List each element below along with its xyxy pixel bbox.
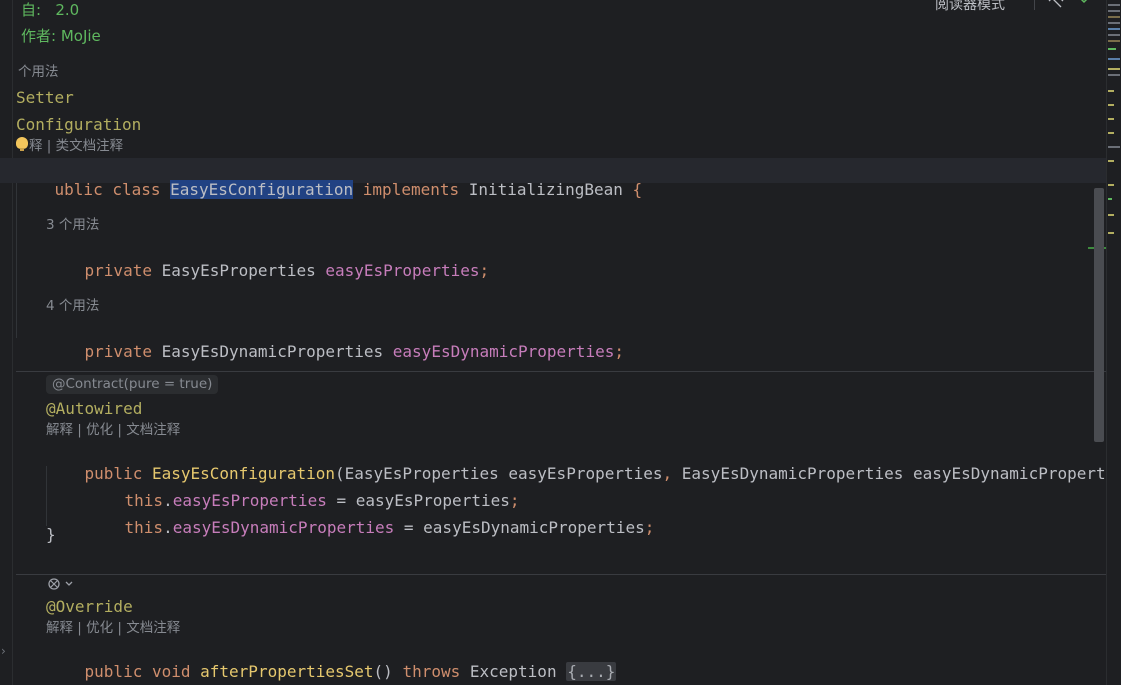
implements-keyword: implements [353, 180, 469, 199]
this-field-2[interactable]: easyEsDynamicProperties [173, 518, 395, 537]
stripe-mark [1108, 16, 1120, 18]
semicolon: ; [644, 518, 655, 537]
class-keyword: ublic class [54, 180, 171, 199]
vertical-scrollbar[interactable] [1094, 188, 1104, 442]
throws-keyword: throws [402, 662, 470, 681]
class-name-selected[interactable]: EasyEsConfiguration [170, 180, 354, 199]
semicolon: ; [479, 261, 490, 280]
void-keyword: void [151, 662, 201, 681]
stripe-mark [1108, 104, 1114, 106]
private-keyword: private [84, 261, 162, 280]
field2-name[interactable]: easyEsDynamicProperties [393, 342, 615, 361]
chevron-right-icon[interactable]: › [1, 644, 6, 658]
annotation-configuration: Configuration [16, 115, 142, 134]
folded-body[interactable]: {...} [566, 662, 617, 681]
method-separator [16, 574, 1106, 575]
contract-inlay-hint: @Contract(pure = true) [46, 375, 219, 394]
stripe-mark [1108, 198, 1112, 200]
constructor-params-b: EasyEsDynamicProperties easyEsDynamicPro… [681, 464, 1106, 483]
field2-declaration: private EasyEsDynamicProperties easyEsDy… [46, 322, 624, 382]
indent-guide [46, 466, 47, 526]
implementation-marker-icon[interactable] [46, 576, 76, 592]
method-name[interactable]: afterPropertiesSet [200, 662, 373, 681]
stripe-mark [1108, 160, 1114, 162]
class-usages-hint[interactable]: 个用法 [18, 63, 59, 81]
stripe-mark [1108, 10, 1120, 12]
annotation-override: @Override [46, 597, 133, 616]
doc-author-line: 作者: MoJie [21, 27, 101, 45]
interface-name[interactable]: InitializingBean [469, 180, 623, 199]
stripe-mark [1108, 28, 1120, 30]
assign-rest-2: = easyEsDynamicProperties [394, 518, 645, 537]
exception-type: Exception [469, 662, 567, 681]
field1-name[interactable]: easyEsProperties [325, 261, 479, 280]
annotation-autowired: @Autowired [46, 399, 143, 418]
semicolon: ; [614, 342, 624, 361]
stripe-mark [1108, 34, 1120, 36]
eye-slash-icon[interactable] [1048, 0, 1064, 8]
close-brace: } [46, 525, 56, 544]
dot: . [163, 518, 173, 537]
field1-declaration: private EasyEsProperties easyEsPropertie… [46, 241, 490, 301]
stripe-mark [1108, 48, 1116, 50]
gutter-border [12, 0, 13, 685]
check-icon[interactable] [1078, 0, 1092, 6]
doc-version-line: 自: 2.0 [21, 1, 80, 19]
field2-type: EasyEsDynamicProperties [161, 342, 393, 361]
method-parens: () [373, 662, 403, 681]
stripe-mark [1108, 214, 1114, 216]
stripe-mark [1108, 4, 1120, 6]
open-brace: { [622, 180, 643, 199]
field2-usages-hint[interactable]: 4 个用法 [46, 297, 99, 315]
field1-usages-hint[interactable]: 3 个用法 [46, 216, 99, 234]
assign-line-2: this.easyEsDynamicProperties = easyEsDyn… [86, 498, 655, 558]
method-actions-hint[interactable]: 解释 | 优化 | 文档注释 [46, 619, 180, 637]
reader-mode-button[interactable]: 阅读器模式 [935, 0, 1005, 14]
stripe-mark [1108, 68, 1120, 70]
stripe-mark [1108, 232, 1114, 234]
stripe-mark [1108, 132, 1114, 134]
method-signature: public void afterPropertiesSet() throws … [46, 642, 617, 685]
this-keyword: this [124, 518, 164, 537]
stripe-mark [1108, 118, 1114, 120]
stripe-mark [1108, 74, 1120, 76]
stripe-mark [1108, 22, 1120, 24]
lightbulb-icon[interactable] [16, 137, 28, 151]
stripe-mark [1108, 40, 1120, 42]
comma: , [662, 464, 682, 483]
error-stripe[interactable] [1106, 0, 1121, 685]
stripe-mark [1108, 58, 1120, 60]
ctor-actions-hint[interactable]: 解释 | 优化 | 文档注释 [46, 421, 180, 439]
stripe-mark [1108, 184, 1114, 186]
class-actions-hint[interactable]: 释 | 类文档注释 [29, 137, 123, 155]
private-keyword: private [84, 342, 162, 361]
public-keyword: public [84, 662, 152, 681]
field1-type: EasyEsProperties [161, 261, 326, 280]
code-editor[interactable]: 自: 2.0 作者: MoJie 个用法 Setter Configuratio… [0, 0, 1106, 685]
annotation-setter: Setter [16, 88, 74, 107]
stripe-mark [1108, 146, 1120, 148]
class-declaration-line: ublic class EasyEsConfiguration implemen… [16, 160, 642, 220]
indent-guide [16, 183, 17, 338]
toolbar-divider [1034, 0, 1035, 10]
stripe-mark [1108, 90, 1114, 92]
method-separator [16, 371, 1106, 372]
